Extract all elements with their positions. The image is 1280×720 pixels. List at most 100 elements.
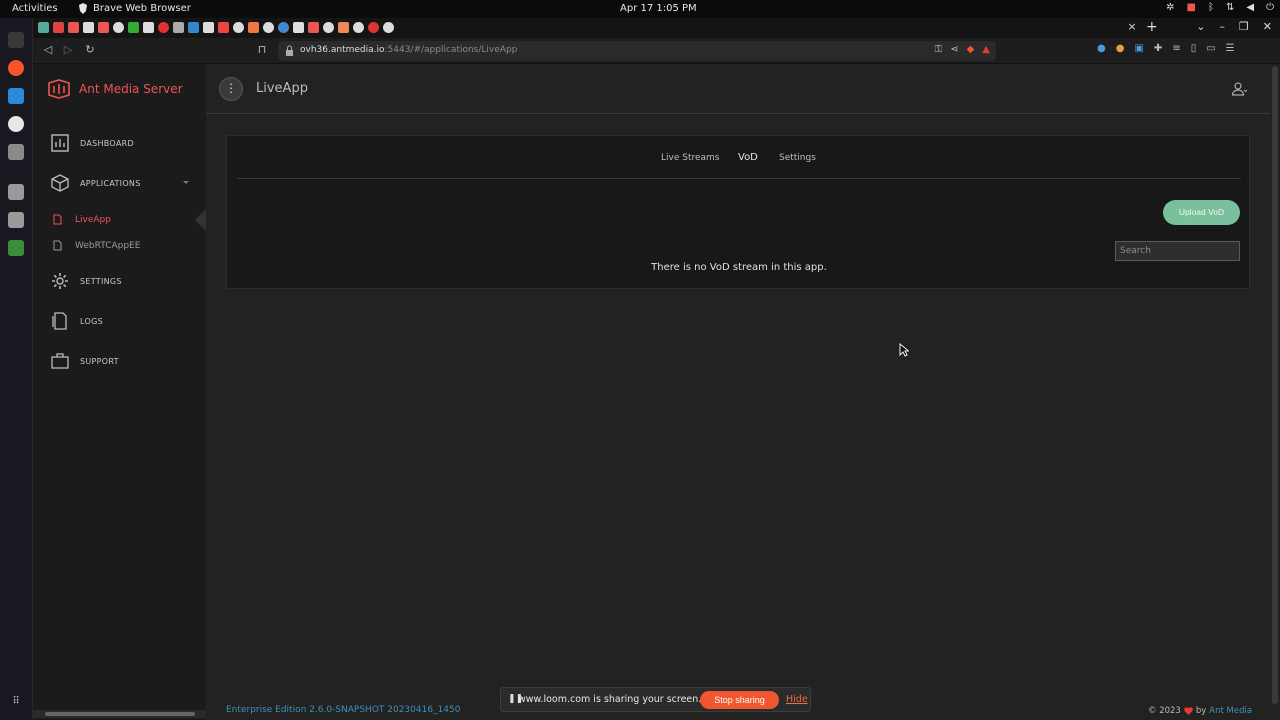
- tab-favicon[interactable]: [308, 22, 319, 33]
- tab-favicon[interactable]: [53, 22, 64, 33]
- extension-icon[interactable]: ●: [1116, 43, 1125, 54]
- screen-share-banner: ❚❚ www.loom.com is sharing your screen. …: [500, 687, 811, 712]
- brave-shields-icon[interactable]: ◆: [967, 44, 975, 55]
- tab-favicon[interactable]: [203, 22, 214, 33]
- sidebar-item-label: SETTINGS: [80, 276, 122, 286]
- activities-button[interactable]: Activities: [12, 3, 58, 14]
- menu-icon[interactable]: ☰: [1226, 43, 1235, 54]
- brave-icon: [79, 3, 87, 14]
- url-host: ovh36.antmedia.io: [300, 45, 385, 55]
- company-link[interactable]: Ant Media: [1209, 706, 1252, 716]
- extension-icon[interactable]: ●: [1097, 43, 1106, 54]
- tab-vod[interactable]: VoD: [738, 152, 758, 163]
- page-scrollbar[interactable]: [1270, 64, 1280, 720]
- app-menu[interactable]: Brave Web Browser: [78, 3, 191, 14]
- maximize-icon[interactable]: ❐: [1239, 20, 1249, 33]
- trash-icon[interactable]: [8, 240, 24, 256]
- sidebar-app-liveapp[interactable]: LiveApp: [53, 214, 111, 225]
- file-icon: [53, 240, 62, 251]
- slack-icon[interactable]: [8, 116, 24, 132]
- wallet-icon[interactable]: ▭: [1206, 43, 1215, 54]
- tab-favicon[interactable]: [38, 22, 49, 33]
- user-icon[interactable]: [1231, 81, 1247, 97]
- brave-rewards-icon[interactable]: ▲: [982, 44, 990, 55]
- brand[interactable]: Ant Media Server: [47, 79, 183, 99]
- brave-browser-icon[interactable]: [8, 60, 24, 76]
- close-window-icon[interactable]: ✕: [1263, 20, 1272, 33]
- share-icon[interactable]: ⋖: [950, 44, 958, 55]
- tab-favicon[interactable]: [278, 22, 289, 33]
- vscode-icon[interactable]: [8, 88, 24, 104]
- address-bar[interactable]: ovh36.antmedia.io:5443/#/applications/Li…: [278, 41, 996, 61]
- clock[interactable]: Apr 17 1:05 PM: [620, 3, 697, 14]
- forward-icon[interactable]: ▷: [61, 43, 75, 57]
- tab-live-streams[interactable]: Live Streams: [661, 153, 720, 163]
- record-icon[interactable]: ■: [1187, 2, 1196, 13]
- sidebar-app-label: WebRTCAppEE: [75, 240, 141, 251]
- sidebar-item-logs[interactable]: LOGS: [51, 312, 103, 330]
- tab-favicon[interactable]: [98, 22, 109, 33]
- tab-favicon[interactable]: [248, 22, 259, 33]
- key-icon[interactable]: ⚿: [935, 44, 943, 55]
- network-icon[interactable]: ⇅: [1226, 2, 1234, 13]
- sidebar-item-dashboard[interactable]: DASHBOARD: [51, 134, 134, 152]
- dock: ⠿: [0, 18, 33, 720]
- sidebar-item-applications[interactable]: APPLICATIONS: [51, 174, 141, 192]
- playlist-icon[interactable]: ≡: [1172, 43, 1180, 54]
- tab-favicon[interactable]: [158, 22, 169, 33]
- tab-favicon[interactable]: [128, 22, 139, 33]
- search-input[interactable]: [1115, 241, 1240, 261]
- bookmark-icon[interactable]: ⊓: [255, 43, 269, 57]
- hide-banner-link[interactable]: Hide: [786, 694, 808, 705]
- tab-favicon[interactable]: [68, 22, 79, 33]
- new-tab-button[interactable]: +: [1146, 19, 1158, 35]
- show-apps-icon[interactable]: ⠿: [10, 696, 22, 708]
- bluetooth-icon[interactable]: ᛒ: [1208, 2, 1214, 13]
- extension-icon[interactable]: ✲: [1166, 2, 1174, 13]
- tab-favicon[interactable]: [113, 22, 124, 33]
- sidebar-icon[interactable]: ▯: [1191, 43, 1197, 54]
- document-icon[interactable]: [8, 212, 24, 228]
- files-icon[interactable]: [8, 144, 24, 160]
- tab-favicon[interactable]: [188, 22, 199, 33]
- tab-favicon[interactable]: [143, 22, 154, 33]
- tab-favicon[interactable]: [353, 22, 364, 33]
- tab-favicon[interactable]: [83, 22, 94, 33]
- tab-favicon[interactable]: [338, 22, 349, 33]
- tab-favicon[interactable]: [233, 22, 244, 33]
- tab-favicon[interactable]: [263, 22, 274, 33]
- tab-favicon[interactable]: [368, 22, 379, 33]
- more-options-button[interactable]: ⋮: [219, 77, 243, 101]
- tab-favicon[interactable]: [218, 22, 229, 33]
- upload-vod-button[interactable]: Upload VoD: [1163, 200, 1240, 225]
- tab-list-icon[interactable]: ⌄: [1196, 20, 1205, 33]
- tab-favicons[interactable]: [38, 22, 394, 33]
- sidebar-item-settings[interactable]: SETTINGS: [51, 272, 122, 290]
- app-tabs: Live Streams VoD Settings: [237, 136, 1241, 179]
- app-header: ⋮ LiveApp: [206, 64, 1270, 114]
- edition-text[interactable]: Enterprise Edition 2.6.0-SNAPSHOT 202304…: [226, 705, 460, 715]
- tab-settings[interactable]: Settings: [779, 153, 816, 163]
- sidebar-scrollbar[interactable]: [33, 710, 206, 718]
- chevron-down-icon[interactable]: [183, 181, 189, 184]
- reload-icon[interactable]: ↻: [83, 43, 97, 57]
- sidebar-app-webrtcappee[interactable]: WebRTCAppEE: [53, 240, 140, 251]
- close-tab-icon[interactable]: ×: [1125, 20, 1139, 34]
- stop-sharing-button[interactable]: Stop sharing: [700, 691, 779, 709]
- sidebar-item-support[interactable]: SUPPORT: [51, 352, 119, 370]
- tab-favicon[interactable]: [323, 22, 334, 33]
- terminal-icon[interactable]: [8, 32, 24, 48]
- system-tray[interactable]: ✲ ■ ᛒ ⇅ ◀ ⏻: [1166, 2, 1274, 13]
- volume-icon[interactable]: ◀: [1246, 2, 1254, 13]
- extension-icon[interactable]: ▣: [1134, 43, 1143, 54]
- tab-favicon[interactable]: [173, 22, 184, 33]
- document-icon[interactable]: [8, 184, 24, 200]
- puzzle-icon[interactable]: ✚: [1154, 43, 1162, 54]
- tab-favicon[interactable]: [293, 22, 304, 33]
- power-icon[interactable]: ⏻: [1266, 2, 1274, 13]
- scrollbar-thumb[interactable]: [1272, 66, 1278, 704]
- tab-favicon[interactable]: [383, 22, 394, 33]
- minimize-icon[interactable]: –: [1219, 20, 1225, 33]
- back-icon[interactable]: ◁: [41, 43, 55, 57]
- scrollbar-thumb[interactable]: [45, 712, 195, 716]
